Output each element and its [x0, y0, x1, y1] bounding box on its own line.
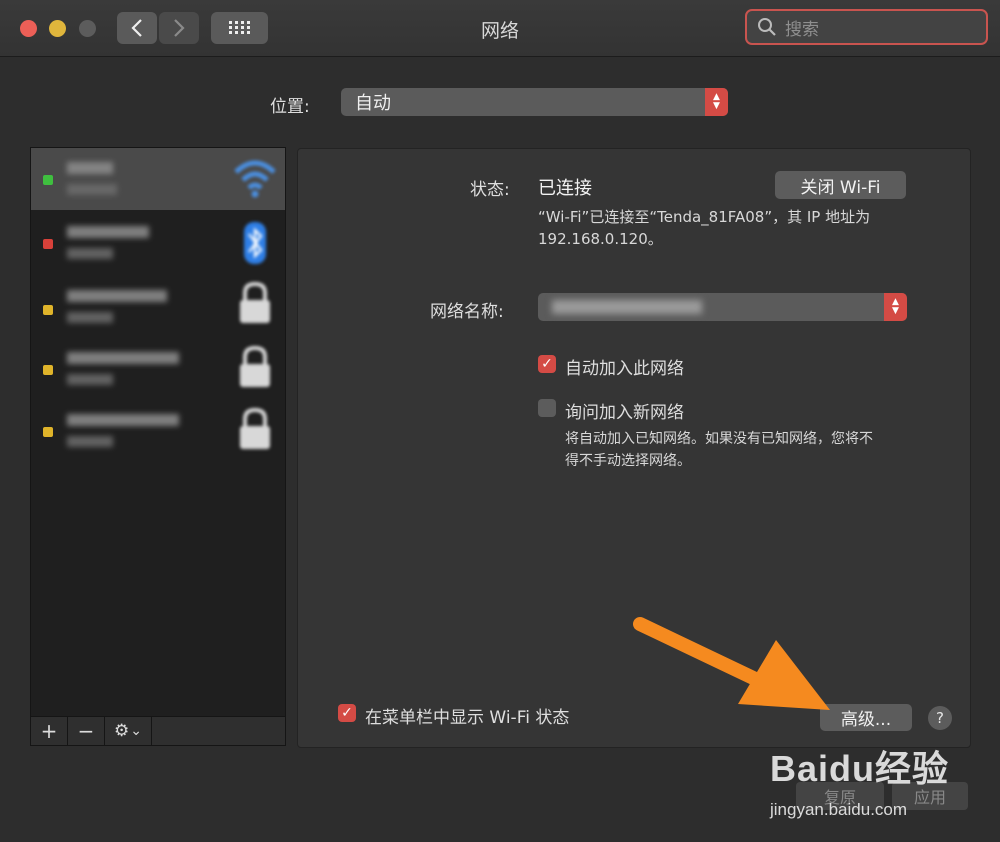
watermark-brand: Baidu经验 [770, 748, 950, 789]
service-name-redacted [67, 414, 179, 426]
updown-chevron-icon: ▲ ▼ [884, 293, 907, 321]
auto-join-label: 自动加入此网络 [565, 359, 684, 379]
service-status-redacted [67, 374, 113, 385]
service-status-redacted [67, 436, 113, 447]
location-value: 自动 [355, 93, 391, 114]
status-label: 状态: [470, 180, 510, 200]
bluetooth-icon [244, 222, 266, 264]
service-item[interactable] [31, 148, 285, 210]
ask-join-checkbox[interactable] [538, 399, 556, 417]
location-label: 位置: [270, 97, 310, 117]
add-service-button[interactable]: + [31, 717, 68, 745]
service-name-redacted [67, 226, 149, 238]
location-popup[interactable]: 自动 ▲ ▼ [341, 88, 728, 116]
service-list-toolbar: + − ⚙ ⌄ [30, 716, 286, 746]
lock-icon [240, 345, 270, 387]
status-dot [43, 365, 53, 375]
ask-join-label: 询问加入新网络 [565, 403, 684, 423]
show-wifi-status-checkbox[interactable]: ✓ [338, 704, 356, 722]
service-status-redacted [67, 312, 113, 323]
annotation-arrow-icon [633, 617, 830, 710]
status-value: 已连接 [538, 178, 592, 199]
ask-join-note-line1: 将自动加入已知网络。如果没有已知网络，您将不 [565, 431, 873, 447]
status-description-line2: 192.168.0.120。 [538, 230, 663, 248]
network-name-popup[interactable]: ▲ ▼ [538, 293, 907, 321]
updown-chevron-icon: ▲ ▼ [705, 88, 728, 116]
lock-icon [240, 281, 270, 323]
remove-service-button[interactable]: − [68, 717, 105, 745]
status-dot [43, 305, 53, 315]
status-dot [43, 427, 53, 437]
status-description-line1: “Wi-Fi”已连接至“Tenda_81FA08”，其 IP 地址为 [538, 208, 871, 226]
chevron-down-icon: ⌄ [130, 723, 142, 739]
help-button[interactable]: ? [928, 706, 952, 730]
search-icon [758, 18, 776, 36]
status-dot [43, 239, 53, 249]
status-dot [43, 175, 53, 185]
service-name-redacted [67, 162, 113, 174]
service-item[interactable] [31, 396, 285, 458]
watermark-url: jingyan.baidu.com [770, 800, 908, 819]
network-name-redacted [552, 300, 702, 314]
service-list[interactable] [30, 147, 286, 718]
action-menu-button[interactable]: ⚙ ⌄ [105, 717, 152, 745]
turn-off-wifi-button[interactable]: 关闭 Wi-Fi [775, 171, 906, 199]
wifi-icon [234, 160, 276, 198]
network-name-label: 网络名称: [430, 302, 504, 322]
auto-join-checkbox[interactable]: ✓ [538, 355, 556, 373]
ask-join-note-line2: 得不手动选择网络。 [565, 453, 691, 469]
service-status-redacted [67, 184, 117, 195]
service-status-redacted [67, 248, 113, 259]
title-bar: 网络 搜索 [0, 0, 1000, 57]
lock-icon [240, 407, 270, 449]
checkmark-icon: ✓ [341, 705, 353, 721]
search-placeholder: 搜索 [785, 19, 819, 40]
service-item[interactable] [31, 210, 285, 272]
service-name-redacted [67, 290, 167, 302]
service-item[interactable] [31, 272, 285, 334]
show-wifi-status-label: 在菜单栏中显示 Wi-Fi 状态 [365, 708, 570, 728]
service-name-redacted [67, 352, 179, 364]
service-item[interactable] [31, 334, 285, 396]
checkmark-icon: ✓ [541, 356, 553, 372]
gear-icon: ⚙ [114, 721, 130, 741]
search-field[interactable]: 搜索 [745, 9, 988, 45]
